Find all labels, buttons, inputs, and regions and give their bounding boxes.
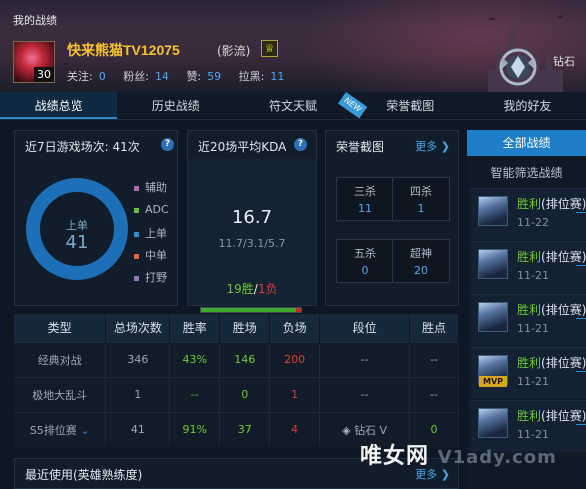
rank-label: 钻石 bbox=[553, 55, 575, 68]
help-icon[interactable]: ? bbox=[294, 138, 307, 151]
kda-detail: 11.7/3.1/5.7 bbox=[218, 237, 286, 250]
legend-adc: ADC bbox=[134, 203, 169, 216]
legend-mid: 中单 bbox=[134, 247, 167, 263]
follow-label: 关注: bbox=[67, 70, 93, 83]
kda-title: 近20场平均KDA bbox=[198, 140, 287, 154]
col-losses: 负场 bbox=[269, 314, 321, 342]
avatar[interactable]: 30 bbox=[13, 41, 55, 83]
honor-more-link[interactable]: 更多 ❯ bbox=[415, 138, 450, 154]
loss-label: 负 bbox=[265, 282, 278, 296]
legend-jungle: 打野 bbox=[134, 269, 167, 285]
list-item[interactable]: 胜利(排位赛) 11-21 bbox=[470, 294, 586, 346]
share-icon[interactable] bbox=[576, 309, 586, 319]
share-icon[interactable] bbox=[576, 362, 586, 372]
recent-games-title: 近7日游戏场次: 41次 bbox=[25, 140, 140, 154]
col-wins: 胜场 bbox=[219, 314, 271, 342]
honor-triple-kill: 三杀 11 bbox=[336, 177, 394, 221]
col-total: 总场次数 bbox=[105, 314, 171, 342]
champion-avatar bbox=[478, 249, 508, 279]
win-ratio-bar bbox=[200, 307, 302, 313]
diamond-rank-small-icon: ◈ bbox=[342, 423, 351, 437]
tab-all-matches[interactable]: 全部战绩 bbox=[467, 130, 586, 156]
share-icon[interactable] bbox=[576, 203, 586, 213]
list-item[interactable]: 胜利(排位赛) 11-22 bbox=[470, 188, 586, 240]
chevron-down-icon[interactable]: ⌄ bbox=[80, 424, 89, 437]
win-label: 胜 bbox=[241, 282, 254, 296]
tab-history[interactable]: 历史战绩 bbox=[117, 92, 234, 119]
donut-center-value: 41 bbox=[65, 232, 89, 253]
legend-support: 辅助 bbox=[134, 179, 167, 195]
honor-penta-kill: 五杀 0 bbox=[336, 239, 394, 283]
row-type: 极地大乱斗 bbox=[14, 376, 107, 412]
fans-count[interactable]: 14 bbox=[155, 70, 169, 83]
follow-count[interactable]: 0 bbox=[99, 70, 106, 83]
share-icon[interactable] bbox=[576, 256, 586, 266]
tab-friends[interactable]: 我的好友 bbox=[469, 92, 586, 119]
level-badge: 30 bbox=[34, 67, 54, 82]
tab-overview[interactable]: 战绩总览 bbox=[0, 92, 118, 119]
honor-quadra-kill: 四杀 1 bbox=[392, 177, 450, 221]
block-count[interactable]: 11 bbox=[270, 70, 284, 83]
kda-value: 16.7 bbox=[231, 207, 273, 228]
ranked-type-cell[interactable]: S5排位赛 ⌄ bbox=[14, 411, 107, 447]
table-row: 经典对战 346 43% 146 200 -- -- bbox=[14, 341, 459, 377]
diamond-rank-icon bbox=[499, 48, 537, 86]
window-title: 我的战绩 bbox=[13, 14, 57, 27]
main-tabs: 战绩总览 历史战绩 符文天赋 荣誉截图 我的好友 bbox=[0, 92, 586, 120]
smart-filter-button[interactable]: 智能筛选战绩 bbox=[467, 164, 586, 181]
row-type: 经典对战 bbox=[14, 341, 107, 377]
help-icon[interactable]: ? bbox=[161, 138, 174, 151]
social-stats: 关注: 0 粉丝: 14 赞: 59 拉黑: 11 bbox=[67, 68, 298, 84]
honor-panel: 荣誉截图 更多 ❯ 三杀 11 四杀 1 五杀 0 超神 20 bbox=[325, 130, 459, 306]
trophy-icon[interactable]: ♕ bbox=[261, 40, 278, 57]
table-header-row: 类型 总场次数 胜率 胜场 负场 段位 胜点 bbox=[14, 314, 459, 342]
honor-legendary: 超神 20 bbox=[392, 239, 450, 283]
watermark: 唯女网 V1ady.com bbox=[360, 444, 557, 469]
win-count: 19 bbox=[226, 282, 242, 296]
champion-avatar bbox=[478, 196, 508, 226]
recent-games-panel: 近7日游戏场次: 41次 ? 上单 41 辅助 ADC 上单 中单 打野 bbox=[14, 130, 178, 306]
kda-panel: 近20场平均KDA ? 16.7 11.7/3.1/5.7 19胜/1负 bbox=[187, 130, 317, 313]
col-points: 胜点 bbox=[409, 314, 459, 342]
match-list-panel: 全部战绩 智能筛选战绩 胜利(排位赛) 11-22 胜利(排位赛) 11-21 … bbox=[467, 130, 586, 489]
col-rate: 胜率 bbox=[169, 314, 221, 342]
hero-usage-title: 最近使用(英雄熟练度) bbox=[25, 468, 143, 482]
player-name: 快来熊猫TV12075 bbox=[67, 42, 180, 58]
tab-honor[interactable]: 荣誉截图 bbox=[352, 92, 469, 119]
app-window: 我的战绩 30 快来熊猫TV12075 (影流) ♕ 关注: 0 粉丝: 14 赞 bbox=[0, 0, 586, 489]
champion-avatar bbox=[478, 302, 508, 332]
server-tag: (影流) bbox=[217, 44, 251, 58]
list-item[interactable]: MVP 胜利(排位赛) 11-21 bbox=[470, 347, 586, 399]
honor-title: 荣誉截图 bbox=[336, 140, 385, 154]
col-rank: 段位 bbox=[319, 314, 411, 342]
legend-top: 上单 bbox=[134, 225, 167, 241]
likes-label: 赞: bbox=[186, 70, 202, 83]
block-label: 拉黑: bbox=[238, 70, 265, 83]
stats-table-panel: 类型 总场次数 胜率 胜场 负场 段位 胜点 经典对战 346 43% 146 … bbox=[14, 314, 459, 449]
champion-avatar bbox=[478, 408, 508, 438]
mvp-badge: MVP bbox=[479, 376, 507, 387]
kda-record: 19胜/1负 bbox=[226, 282, 278, 296]
kda-box: 16.7 11.7/3.1/5.7 19胜/1负 bbox=[188, 159, 316, 313]
table-row: 极地大乱斗 1 -- 0 1 -- -- bbox=[14, 376, 459, 412]
stats-table: 类型 总场次数 胜率 胜场 负场 段位 胜点 经典对战 346 43% 146 … bbox=[14, 314, 459, 447]
fans-label: 粉丝: bbox=[123, 70, 149, 83]
win-ratio-fill bbox=[201, 308, 296, 312]
tab-runes[interactable]: 符文天赋 bbox=[234, 92, 351, 119]
share-icon[interactable] bbox=[576, 415, 586, 425]
donut-center-label: 上单 bbox=[66, 219, 88, 232]
list-item[interactable]: 胜利(排位赛) 11-21 bbox=[470, 241, 586, 293]
col-type: 类型 bbox=[14, 314, 107, 342]
likes-count[interactable]: 59 bbox=[207, 70, 221, 83]
profile-header: 我的战绩 30 快来熊猫TV12075 (影流) ♕ 关注: 0 粉丝: 14 赞 bbox=[0, 0, 586, 92]
